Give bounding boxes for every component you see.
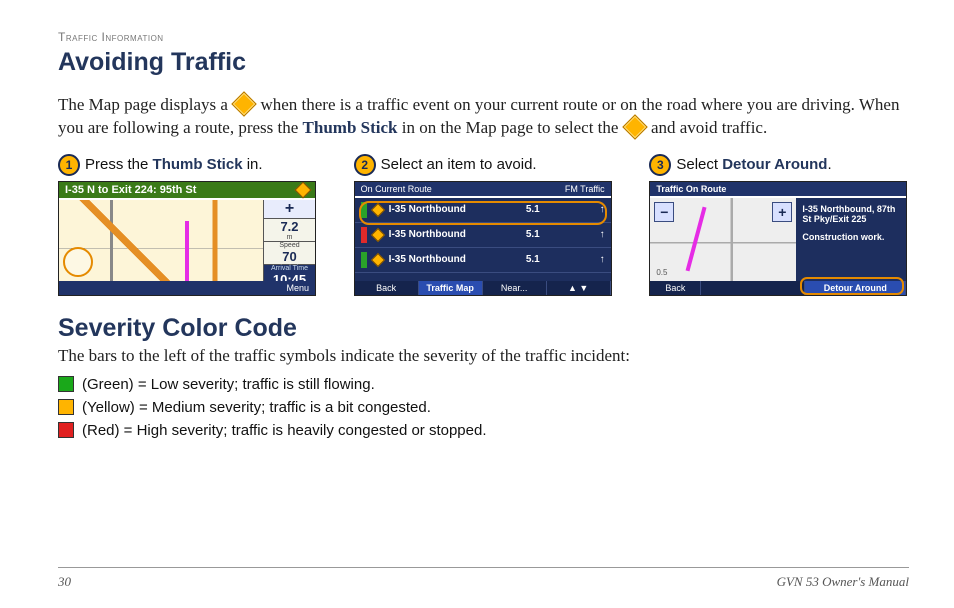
step-3: 3 Select Detour Around. Traffic On Route… (649, 154, 909, 296)
color-swatch-green (58, 376, 74, 392)
map-route-label: I-35 N to Exit 224: 95th St (65, 184, 196, 196)
intro-text-1: The Map page displays a (58, 95, 232, 114)
severity-intro: The bars to the left of the traffic symb… (58, 346, 909, 366)
intro-thumbstick: Thumb Stick (303, 118, 398, 137)
step-1: 1 Press the Thumb Stick in. I-35 N to Ex… (58, 154, 318, 296)
speed-value: 70 (282, 249, 296, 264)
zoom-out-button[interactable]: − (654, 202, 674, 222)
list-item[interactable]: I-35 Northbound 5.1 ↑ (355, 198, 611, 223)
up-arrow-icon: ↑ (600, 229, 605, 240)
page-footer: 30 GVN 53 Owner's Manual (58, 567, 909, 590)
near-button[interactable]: Near... (483, 281, 547, 295)
step-2-title: 2 Select an item to avoid. (354, 154, 614, 176)
heading-severity: Severity Color Code (58, 314, 909, 343)
step-1-post: in. (243, 156, 263, 173)
step-3-pre: Select (676, 156, 722, 173)
severity-bar (361, 227, 367, 243)
detour-map[interactable]: − + 0.5 (650, 198, 796, 281)
severity-text-red: (Red) = High severity; traffic is heavil… (82, 422, 487, 439)
up-arrow-icon: ↑ (600, 254, 605, 265)
list-item-name: I-35 Northbound (389, 254, 466, 265)
traffic-diamond-icon (74, 258, 82, 266)
list-item-name: I-35 Northbound (389, 229, 466, 240)
spacer (701, 281, 805, 295)
breadcrumb: Traffic Information (58, 30, 909, 44)
map-topbar: I-35 N to Exit 224: 95th St (59, 182, 315, 198)
page-number: 30 (58, 574, 71, 590)
up-arrow-icon: ↑ (600, 204, 605, 215)
severity-item-yellow: (Yellow) = Medium severity; traffic is a… (58, 399, 909, 416)
distance-value: 7.2 (280, 219, 298, 234)
manual-title: GVN 53 Owner's Manual (777, 574, 909, 590)
list-item-dist: 5.1 (526, 204, 540, 215)
screenshot-list: On Current Route FM Traffic I-35 Northbo… (354, 181, 612, 296)
zoom-in-button[interactable]: + (263, 200, 315, 219)
detour-info-panel: I-35 Northbound, 87th St Pky/Exit 225 Co… (796, 198, 906, 281)
detour-info-line1: I-35 Northbound, 87th St Pky/Exit 225 (802, 204, 900, 224)
heading-avoiding-traffic: Avoiding Traffic (58, 48, 909, 77)
list-item[interactable]: I-35 Northbound 5.1 ↑ (355, 248, 611, 273)
severity-text-green: (Green) = Low severity; traffic is still… (82, 376, 375, 393)
speed-box: Speed 70 (263, 242, 315, 265)
detour-topbar: Traffic On Route (650, 182, 906, 196)
step-3-post: . (827, 156, 831, 173)
traffic-diamond-icon (231, 91, 256, 116)
back-button[interactable]: Back (355, 281, 419, 295)
traffic-diamond-icon (371, 228, 385, 242)
list-bottom-bar: Back Traffic Map Near... ▲ ▼ (355, 281, 611, 295)
speed-label: Speed (279, 242, 299, 249)
color-swatch-yellow (58, 399, 74, 415)
severity-bar (361, 252, 367, 268)
list-item[interactable]: I-35 Northbound 5.1 ↑ (355, 223, 611, 248)
list-topbar: On Current Route FM Traffic (355, 182, 611, 196)
map-bottom-bar: Menu (59, 281, 315, 295)
traffic-list: I-35 Northbound 5.1 ↑ I-35 Northbound 5.… (355, 198, 611, 281)
route-line (185, 221, 189, 281)
scroll-arrows[interactable]: ▲ ▼ (547, 281, 611, 295)
step-1-bold: Thumb Stick (153, 156, 243, 173)
step-1-title: 1 Press the Thumb Stick in. (58, 154, 318, 176)
step-badge-2: 2 (354, 154, 376, 176)
back-button[interactable]: Back (650, 281, 701, 295)
highlight-circle (63, 247, 93, 277)
step-3-title: 3 Select Detour Around. (649, 154, 909, 176)
detour-around-button[interactable]: Detour Around (805, 281, 906, 295)
zoom-in-button[interactable]: + (772, 202, 792, 222)
menu-button[interactable]: Menu (286, 283, 309, 293)
traffic-diamond-icon (295, 181, 312, 198)
step-1-pre: Press the (85, 156, 153, 173)
intro-text-4: and avoid traffic. (651, 118, 767, 137)
severity-list: (Green) = Low severity; traffic is still… (58, 376, 909, 439)
list-top-left: On Current Route (361, 184, 432, 194)
distance-box: 7.2 m (263, 219, 315, 242)
severity-text-yellow: (Yellow) = Medium severity; traffic is a… (82, 399, 431, 416)
screenshot-map: I-35 N to Exit 224: 95th St + 7.2 m (58, 181, 316, 296)
detour-bottom-bar: Back Detour Around (650, 281, 906, 295)
step-badge-1: 1 (58, 154, 80, 176)
traffic-diamond-icon (371, 203, 385, 217)
arrival-label: Arrival Time (271, 265, 308, 272)
traffic-map-button[interactable]: Traffic Map (419, 281, 483, 295)
traffic-diamond-icon (371, 253, 385, 267)
distance-unit: m (287, 234, 293, 241)
intro-paragraph: The Map page displays a when there is a … (58, 94, 909, 140)
traffic-diamond-icon (622, 114, 647, 139)
step-2-text: Select an item to avoid. (381, 156, 537, 173)
detour-info-line2: Construction work. (802, 232, 900, 242)
step-badge-3: 3 (649, 154, 671, 176)
list-top-right: FM Traffic (565, 184, 605, 194)
screenshot-detour: Traffic On Route − + 0.5 I-35 Northbound… (649, 181, 907, 296)
step-3-bold: Detour Around (722, 156, 827, 173)
list-item-dist: 5.1 (526, 229, 540, 240)
map-scale: 0.5 (656, 268, 667, 277)
severity-item-green: (Green) = Low severity; traffic is still… (58, 376, 909, 393)
route-line (686, 207, 707, 272)
severity-bar (361, 202, 367, 218)
color-swatch-red (58, 422, 74, 438)
step-2: 2 Select an item to avoid. On Current Ro… (354, 154, 614, 296)
intro-text-3: in on the Map page to select the (402, 118, 623, 137)
list-item-name: I-35 Northbound (389, 204, 466, 215)
list-item-dist: 5.1 (526, 254, 540, 265)
severity-item-red: (Red) = High severity; traffic is heavil… (58, 422, 909, 439)
